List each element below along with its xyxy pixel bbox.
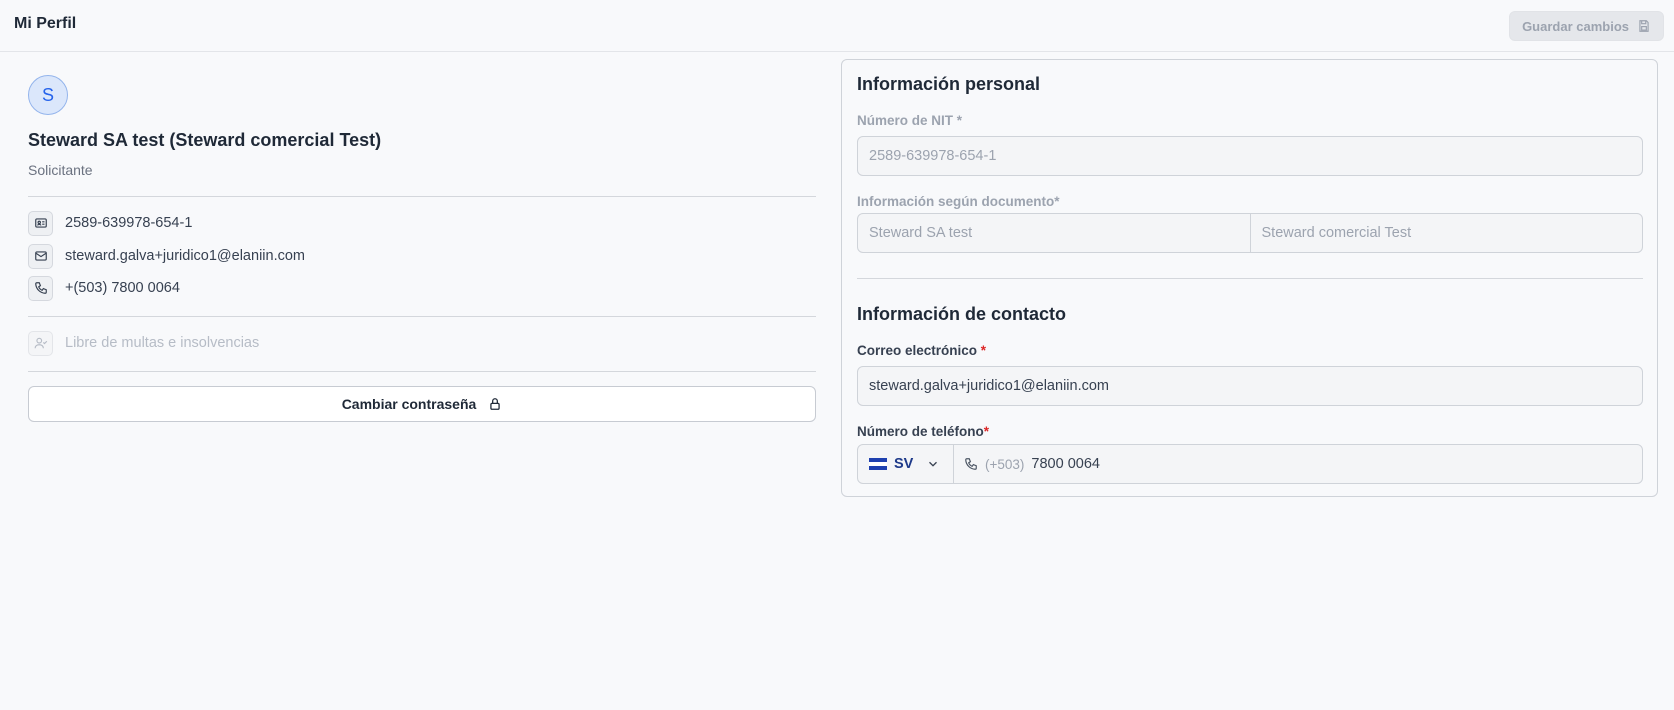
lock-icon <box>490 398 501 410</box>
status-text: Libre de multas e insolvencias <box>65 335 260 351</box>
phone-input-group: SV (+503) 7800 0064 <box>857 444 1643 484</box>
info-phone: +(503) 7800 0064 <box>65 280 180 296</box>
personal-info-title: Información personal <box>857 74 1041 94</box>
required-marker: * <box>956 113 963 128</box>
phone-label-text: Número de teléfono <box>857 424 984 439</box>
document-second-name-input[interactable]: Steward comercial Test <box>1249 214 1643 252</box>
save-changes-button[interactable]: Guardar cambios <box>1509 11 1664 41</box>
country-code: SV <box>894 456 914 472</box>
divider <box>28 196 816 197</box>
phone-number-value: 7800 0064 <box>1031 456 1100 472</box>
contact-info-title: Información de contacto <box>857 304 1067 324</box>
required-marker: * <box>983 424 990 439</box>
country-select[interactable]: SV <box>858 445 954 483</box>
nit-label: Número de NIT * <box>857 113 962 128</box>
top-bar: Mi Perfil Guardar cambios <box>0 0 1674 52</box>
document-info-fields: Steward SA test Steward comercial Test <box>857 213 1643 253</box>
document-first-name-input[interactable]: Steward SA test <box>858 214 1250 252</box>
phone-prefix: (+503) <box>985 456 1025 472</box>
info-nit: 2589-639978-654-1 <box>65 215 193 231</box>
required-marker: * <box>1054 194 1060 209</box>
status-row: Libre de multas e insolvencias <box>28 330 259 356</box>
change-password-label: Cambiar contraseña <box>341 396 477 412</box>
email-label-text: Correo electrónico <box>857 343 978 358</box>
profile-role: Solicitante <box>28 162 93 178</box>
email-label: Correo electrónico * <box>857 343 986 358</box>
phone-icon <box>965 458 977 470</box>
save-button-label: Guardar cambios <box>1522 18 1629 34</box>
required-marker: * <box>980 343 987 358</box>
profile-name: Steward SA test (Steward comercial Test) <box>28 130 382 150</box>
id-card-icon <box>28 210 53 236</box>
avatar: S <box>28 75 68 115</box>
document-info-label: Información según documento* <box>857 194 1060 209</box>
document-info-label-text: Información según documento <box>857 194 1055 209</box>
page-title: Mi Perfil <box>14 15 77 32</box>
nit-label-text: Número de NIT <box>857 113 954 128</box>
divider <box>28 371 816 372</box>
user-check-icon <box>28 330 53 356</box>
info-phone-row: +(503) 7800 0064 <box>28 275 180 301</box>
save-icon <box>1639 20 1649 32</box>
chevron-down-icon <box>929 461 938 467</box>
mail-icon <box>28 243 53 269</box>
change-password-button[interactable]: Cambiar contraseña <box>28 386 816 422</box>
divider <box>28 316 816 317</box>
phone-label: Número de teléfono* <box>857 424 989 439</box>
phone-icon <box>28 275 53 301</box>
section-divider <box>857 278 1643 279</box>
email-input[interactable]: steward.galva+juridico1@elaniin.com <box>857 366 1643 406</box>
nit-input[interactable]: 2589-639978-654-1 <box>857 136 1643 176</box>
info-email-row: steward.galva+juridico1@elaniin.com <box>28 243 305 269</box>
info-email: steward.galva+juridico1@elaniin.com <box>65 248 305 264</box>
profile-form-card: Información personal Número de NIT * 258… <box>841 59 1658 497</box>
flag-icon <box>869 458 887 470</box>
phone-number-input[interactable]: (+503) 7800 0064 <box>954 445 1642 483</box>
info-nit-row: 2589-639978-654-1 <box>28 210 192 236</box>
